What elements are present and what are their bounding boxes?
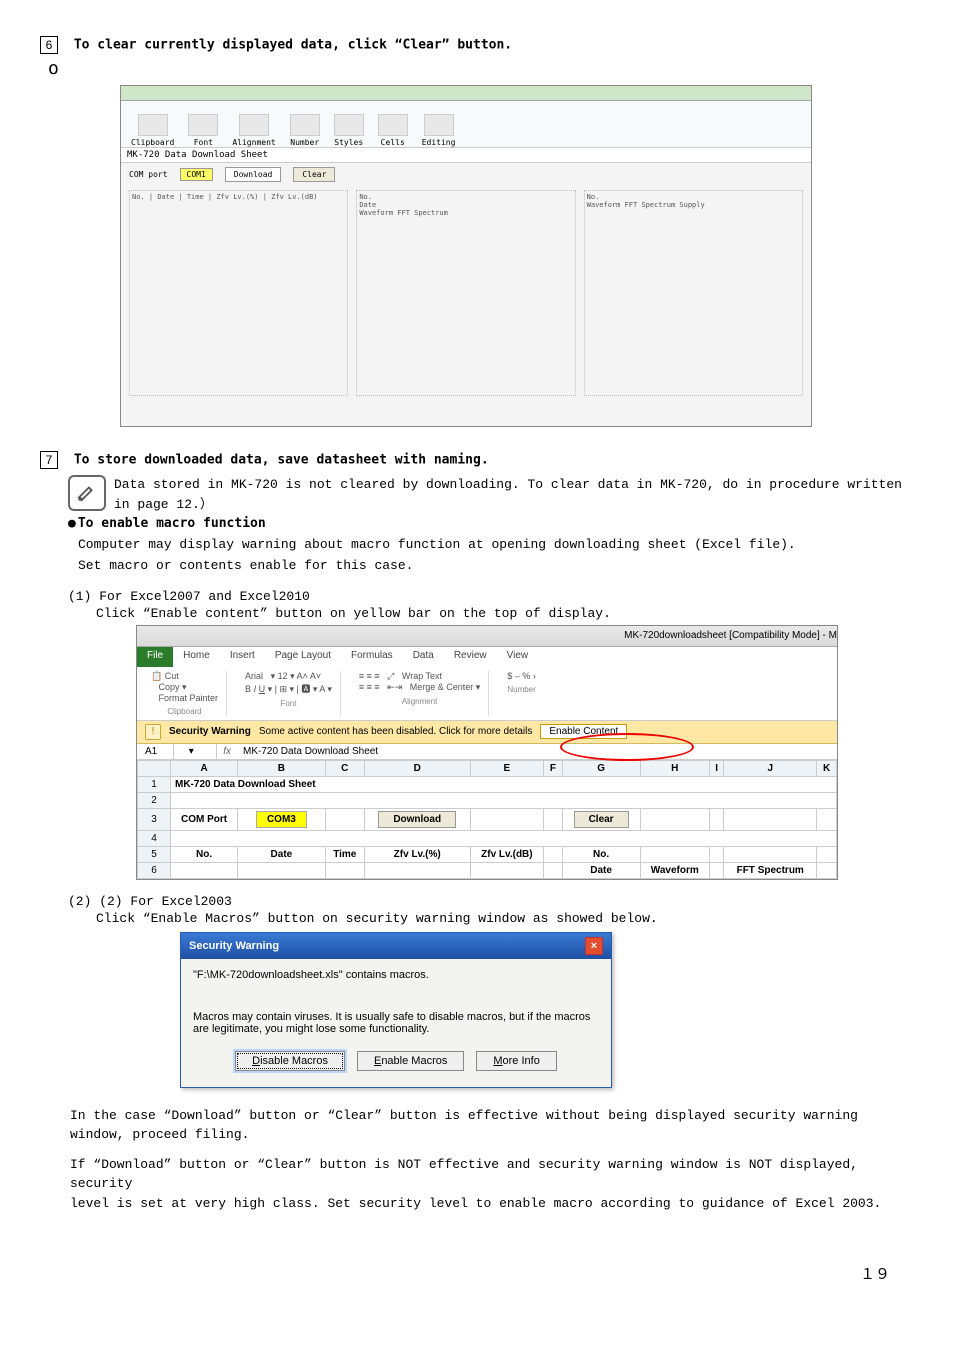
- excel-menubar: [121, 86, 811, 101]
- more-info-button[interactable]: More Info: [476, 1051, 556, 1071]
- tab-view[interactable]: View: [497, 647, 539, 667]
- note-line2: in page 12.）: [114, 497, 213, 512]
- note-text: Data stored in MK-720 is not cleared by …: [114, 475, 914, 514]
- tab-data[interactable]: Data: [403, 647, 444, 667]
- note-row: Data stored in MK-720 is not cleared by …: [68, 475, 914, 514]
- excel-ribbon: Clipboard Font Alignment Number Styles C…: [121, 101, 811, 148]
- ex1-head: (1) For Excel2007 and Excel2010: [68, 589, 914, 604]
- excel-2010-screenshot: Clipboard Font Alignment Number Styles C…: [120, 85, 812, 427]
- warn-label: Security Warning: [169, 726, 251, 737]
- editing-icon: [424, 114, 454, 136]
- font-icon: [188, 114, 218, 136]
- enable-macros-button[interactable]: Enable Macros: [357, 1051, 464, 1071]
- data-col-right: No.Waveform FFT Spectrum Supply: [584, 190, 803, 396]
- macro-para1: Computer may display warning about macro…: [78, 535, 914, 556]
- tab-formulas[interactable]: Formulas: [341, 647, 403, 667]
- secwin-msg: Macros may contain viruses. It is usuall…: [193, 1011, 599, 1035]
- warn-msg: Some active content has been disabled. C…: [259, 726, 532, 737]
- note-line1: Data stored in MK-720 is not cleared by …: [114, 477, 902, 492]
- close-icon[interactable]: ×: [585, 937, 603, 955]
- step-7: 7 To store downloaded data, save datashe…: [40, 451, 914, 469]
- data-col-left: No. | Date | Time | Zfv Lv.(%) | Zfv Lv.…: [129, 190, 348, 396]
- excel-small-screenshot: MK-720downloadsheet [Compatibility Mode]…: [136, 625, 838, 880]
- sheet-title: MK-720 Data Download Sheet: [171, 776, 837, 792]
- tab-insert[interactable]: Insert: [220, 647, 265, 667]
- macro-para2: Set macro or contents enable for this ca…: [78, 556, 914, 577]
- group-font: Arial ▾ 12 ▾ A˄ A˅ B I U ▾ | ⊞ ▾ | 🅰 ▾ A…: [237, 671, 341, 716]
- security-warning-window: Security Warning × "F:\MK-720downloadshe…: [180, 932, 612, 1088]
- tab-pagelayout[interactable]: Page Layout: [265, 647, 341, 667]
- sheet-title-cell: MK-720 Data Download Sheet: [121, 148, 811, 163]
- secwin-title-text: Security Warning: [189, 940, 279, 952]
- sheet-controls-row: COM port COM1 Download Clear: [121, 163, 811, 186]
- group-alignment: ≡ ≡ ≡ ⤢ Wrap Text ≡ ≡ ≡ ⇤⇥ Merge & Cente…: [351, 671, 489, 716]
- es-ribbon: 📋 Cut Copy ▾ Format Painter Clipboard Ar…: [137, 667, 837, 721]
- data-col-mid: No.DateWaveform FFT Spectrum: [356, 190, 575, 396]
- ex2-sub: Click “Enable Macros” button on security…: [96, 911, 914, 926]
- formula-bar[interactable]: MK-720 Data Download Sheet: [237, 744, 384, 759]
- warning-icon: !: [145, 724, 161, 740]
- step-6-text: To clear currently displayed data, click…: [74, 38, 512, 53]
- step-7-number: 7: [40, 451, 58, 469]
- name-box-row: A1 ▾ fx MK-720 Data Download Sheet: [137, 744, 837, 760]
- closing-p3: level is set at very high class. Set sec…: [70, 1194, 884, 1214]
- com-port-value: COM1: [180, 168, 213, 181]
- es-title-text: MK-720downloadsheet [Compatibility Mode]…: [624, 630, 837, 641]
- step-6: 6 To clear currently displayed data, cli…: [40, 36, 914, 54]
- group-clipboard: 📋 Cut Copy ▾ Format Painter Clipboard: [143, 671, 227, 716]
- closing-p2: If “Download” button or “Clear” button i…: [70, 1155, 884, 1194]
- name-box[interactable]: A1: [137, 744, 174, 759]
- tab-review[interactable]: Review: [444, 647, 497, 667]
- tab-home[interactable]: Home: [173, 647, 220, 667]
- fx-icon: fx: [217, 744, 237, 759]
- enable-content-button[interactable]: Enable Content: [540, 724, 627, 739]
- group-number: $ – % › Number: [499, 671, 544, 716]
- macro-heading: To enable macro function: [68, 516, 914, 531]
- download-button-small[interactable]: Download: [378, 811, 456, 828]
- com-port-value-small: COM3: [256, 811, 307, 828]
- download-button-big[interactable]: Download: [225, 167, 282, 182]
- step-7-text: To store downloaded data, save datasheet…: [74, 453, 489, 468]
- styles-icon: [334, 114, 364, 136]
- closing-p1: In the case “Download” button or “Clear”…: [70, 1106, 884, 1145]
- pencil-note-icon: [68, 475, 106, 511]
- secwin-titlebar: Security Warning ×: [181, 933, 611, 959]
- secwin-path: "F:\MK-720downloadsheet.xls" contains ma…: [193, 969, 599, 981]
- es-tabs: File Home Insert Page Layout Formulas Da…: [137, 647, 837, 667]
- tab-file[interactable]: File: [137, 647, 173, 667]
- com-port-label-small: COM Port: [171, 808, 238, 830]
- cells-icon: [378, 114, 408, 136]
- decor-circle: o: [48, 58, 914, 79]
- ex2-head: (2) (2) For Excel2003: [68, 894, 914, 909]
- secwin-body: "F:\MK-720downloadsheet.xls" contains ma…: [181, 959, 611, 1087]
- step-6-number: 6: [40, 36, 58, 54]
- security-warning-bar: ! Security Warning Some active content h…: [137, 721, 837, 744]
- disable-macros-button[interactable]: Disable Macros: [235, 1051, 345, 1071]
- page-number: １９: [40, 1263, 914, 1284]
- clear-button-small[interactable]: Clear: [574, 811, 629, 828]
- number-icon: [290, 114, 320, 136]
- align-icon: [239, 114, 269, 136]
- data-grid-area: No. | Date | Time | Zfv Lv.(%) | Zfv Lv.…: [121, 186, 811, 400]
- es-titlebar: MK-720downloadsheet [Compatibility Mode]…: [137, 626, 837, 647]
- clear-button-big[interactable]: Clear: [293, 167, 335, 182]
- es-grid: ABC DEF GHI JK 1MK-720 Data Download She…: [137, 760, 837, 879]
- com-port-label: COM port: [129, 170, 168, 179]
- secwin-buttons: Disable Macros Enable Macros More Info: [193, 1051, 599, 1071]
- paste-icon: [138, 114, 168, 136]
- ex1-sub: Click “Enable content” button on yellow …: [96, 606, 914, 621]
